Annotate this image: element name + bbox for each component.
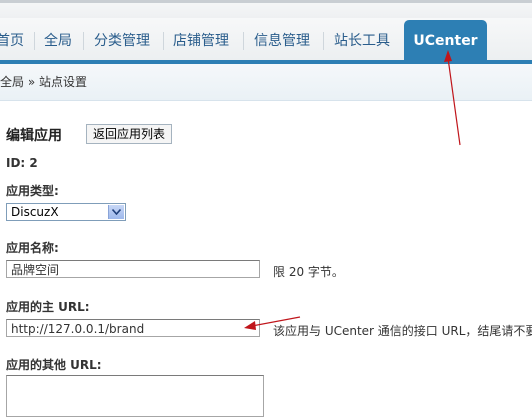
chevron-down-icon[interactable]	[108, 205, 124, 219]
app-type-selected-value: DiscuzX	[11, 205, 59, 219]
other-url-textarea[interactable]	[6, 375, 264, 417]
app-name-hint: 限 20 字节。	[273, 265, 344, 279]
top-border	[0, 0, 532, 3]
top-strip	[0, 0, 532, 18]
page-title: 编辑应用	[6, 128, 62, 144]
nav-item-category[interactable]: 分类管理	[94, 24, 150, 58]
app-name-input[interactable]: 品牌空间	[6, 260, 260, 278]
app-url-input[interactable]: http://127.0.0.1/brand	[6, 319, 260, 337]
app-id: ID: 2	[6, 156, 38, 170]
breadcrumb: 全局 » 站点设置	[0, 75, 87, 89]
app-name-label: 应用名称:	[6, 241, 59, 255]
nav-item-global[interactable]: 全局	[44, 24, 72, 58]
nav-separator	[243, 32, 244, 50]
nav-separator	[34, 32, 35, 50]
nav-separator	[323, 32, 324, 50]
nav-item-info[interactable]: 信息管理	[254, 24, 310, 58]
app-url-hint: 该应用与 UCenter 通信的接口 URL，结尾请不要	[273, 324, 532, 338]
other-url-label: 应用的其他 URL:	[6, 358, 102, 372]
nav-separator	[163, 32, 164, 50]
nav-item-shop[interactable]: 店铺管理	[173, 24, 229, 58]
nav-item-ucenter[interactable]: UCenter	[404, 20, 487, 60]
app-url-label: 应用的主 URL:	[6, 300, 90, 314]
nav-item-home[interactable]: 首页	[0, 24, 24, 58]
back-to-app-list-button[interactable]: 返回应用列表	[86, 124, 173, 144]
app-type-select[interactable]: DiscuzX	[6, 203, 126, 221]
nav-item-webmaster-tools[interactable]: 站长工具	[334, 24, 390, 58]
app-type-label: 应用类型:	[6, 184, 59, 198]
nav-separator	[83, 32, 84, 50]
